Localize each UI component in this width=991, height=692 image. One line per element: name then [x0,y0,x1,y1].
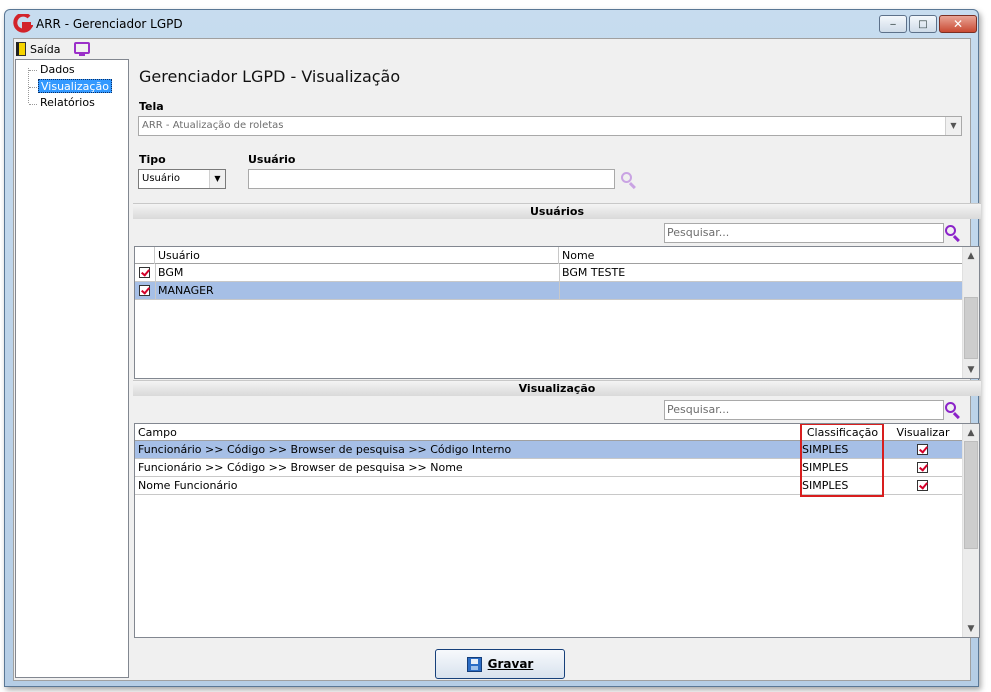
chevron-down-icon[interactable]: ▼ [945,117,961,135]
column-header-campo[interactable]: Campo [135,424,802,441]
column-divider [559,264,560,281]
classificacao-highlight [800,424,884,497]
tree-connector [28,68,29,103]
exit-label: Saída [30,42,61,56]
visualizacao-search-icon[interactable] [944,401,962,420]
tree-connector [29,87,37,88]
row-checkbox[interactable] [139,267,150,278]
table-row[interactable]: MANAGER [135,282,963,300]
usuario-label: Usuário [248,153,296,166]
visualizacao-search-placeholder: Pesquisar... [667,403,730,416]
page-title: Gerenciador LGPD - Visualização [139,67,401,86]
tipo-select-value: Usuário [142,173,181,184]
visualizar-checkbox[interactable] [917,444,928,455]
column-header-usuario[interactable]: Usuário [155,247,559,264]
usuarios-search-placeholder: Pesquisar... [667,226,730,239]
scroll-up-icon[interactable]: ▲ [963,247,979,264]
app-window: ARR - Gerenciador LGPD ‒ □ ✕ Saída Dados… [4,9,981,687]
save-button-label: Gravar [487,657,534,671]
nome-cell: BGM TESTE [562,266,626,279]
visualizar-checkbox[interactable] [917,462,928,473]
tipo-select[interactable]: Usuário ▼ [138,169,226,189]
nav-item-dados[interactable]: Dados [38,63,77,77]
usuario-search-icon[interactable] [620,171,638,190]
column-divider [155,282,156,299]
maximize-button[interactable]: □ [909,15,937,33]
nav-item-relatorios[interactable]: Relatórios [38,96,97,110]
minimize-button[interactable]: ‒ [879,15,907,33]
monitor-icon[interactable] [74,42,90,56]
exit-menu-item[interactable]: Saída [16,41,61,57]
scroll-thumb[interactable] [964,297,978,359]
scroll-thumb[interactable] [964,441,978,549]
chevron-down-icon[interactable]: ▼ [209,170,225,188]
tree-connector [29,104,37,105]
visualizacao-section-header: Visualização [133,380,981,396]
save-button[interactable]: Gravar [435,649,565,679]
client-area: Saída Dados Visualização Relatórios Gere… [13,38,981,681]
column-header-nome[interactable]: Nome [559,247,963,264]
exit-door-icon [16,42,26,56]
tela-select[interactable]: ARR - Atualização de roletas ▼ [138,116,962,136]
visualizacao-search-input[interactable]: Pesquisar... [664,400,944,420]
tela-label: Tela [139,100,164,113]
scroll-up-icon[interactable]: ▲ [963,424,979,441]
usuarios-grid: Usuário Nome BGM BGM TESTE MANAGER ▲ ▼ [134,246,980,379]
campo-cell: Funcionário >> Código >> Browser de pesq… [138,443,512,456]
column-divider [559,282,560,299]
checkbox-column-header [135,247,155,264]
scroll-down-icon[interactable]: ▼ [963,361,979,378]
scroll-down-icon[interactable]: ▼ [963,620,979,637]
nav-tree: Dados Visualização Relatórios [15,59,129,678]
usuario-cell: MANAGER [158,284,214,297]
window-title: ARR - Gerenciador LGPD [36,17,183,31]
visualizar-checkbox[interactable] [917,480,928,491]
column-divider [155,264,156,281]
usuarios-grid-header: Usuário Nome [135,247,963,264]
usuarios-search-input[interactable]: Pesquisar... [664,223,944,243]
tela-select-value: ARR - Atualização de roletas [142,120,284,131]
nav-item-visualizacao[interactable]: Visualização [38,79,112,93]
usuarios-scrollbar[interactable]: ▲ ▼ [962,247,979,378]
campo-cell: Nome Funcionário [138,479,238,492]
close-button[interactable]: ✕ [939,15,977,33]
usuario-cell: BGM [158,266,184,279]
app-logo-icon [13,14,33,33]
column-header-visualizar[interactable]: Visualizar [884,424,963,441]
visualizacao-grid: Campo Classificação Visualizar Funcionár… [134,423,980,638]
floppy-disk-icon [466,656,482,672]
campo-cell: Funcionário >> Código >> Browser de pesq… [138,461,463,474]
usuarios-search-icon[interactable] [944,224,962,243]
menu-bar: Saída [14,39,970,59]
table-row[interactable]: BGM BGM TESTE [135,264,963,282]
tipo-label: Tipo [139,153,166,166]
title-bar: ARR - Gerenciador LGPD ‒ □ ✕ [5,10,978,38]
usuario-input[interactable] [248,169,615,189]
row-checkbox[interactable] [139,285,150,296]
usuarios-section-header: Usuários [133,203,981,219]
tree-connector [29,70,37,71]
visualizacao-scrollbar[interactable]: ▲ ▼ [962,424,979,637]
